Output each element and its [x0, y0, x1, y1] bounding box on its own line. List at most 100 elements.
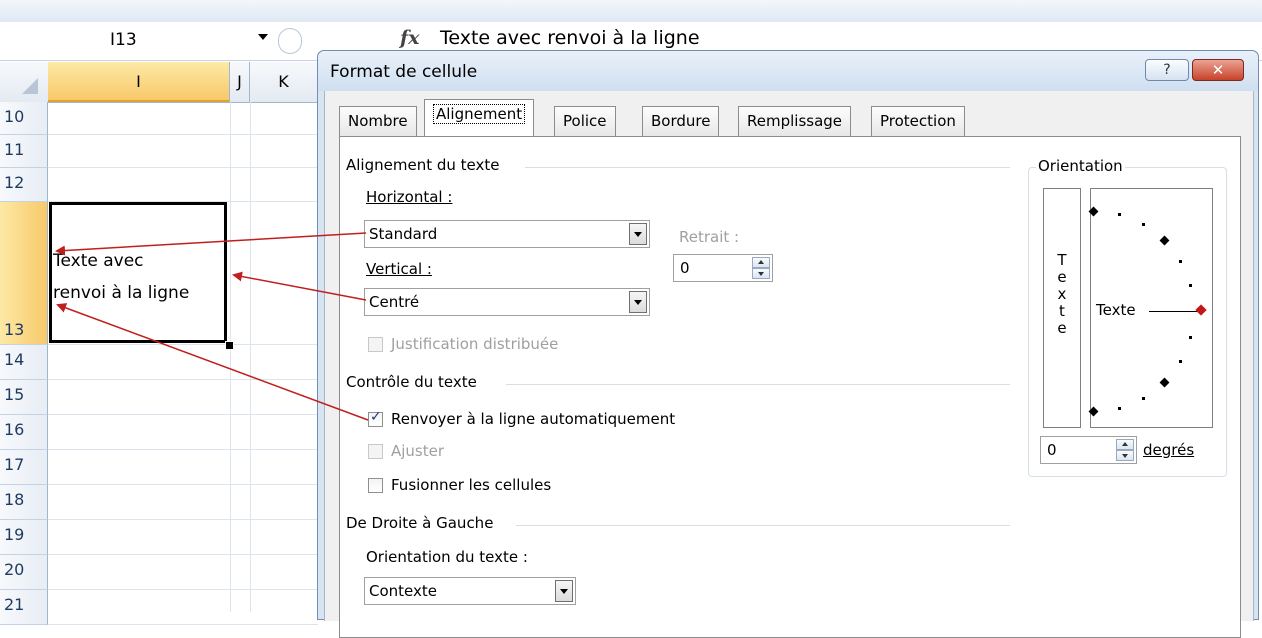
degrees-label: degrés	[1143, 441, 1195, 459]
dial-minor-mark[interactable]	[1188, 335, 1192, 339]
cell-text[interactable]: Texte avec renvoi à la ligne	[53, 245, 228, 309]
tab-remplissage[interactable]: Remplissage	[738, 106, 852, 136]
vertical-text-letter: e	[1057, 319, 1067, 337]
row-header-12[interactable]: 12	[0, 168, 48, 202]
row-header-14[interactable]: 14	[0, 345, 48, 380]
grid-row[interactable]	[48, 168, 318, 202]
row-header-15[interactable]: 15	[0, 380, 48, 415]
chevron-down-icon[interactable]	[629, 291, 647, 313]
grid-row[interactable]	[48, 485, 318, 520]
row-header-20[interactable]: 20	[0, 555, 48, 590]
row-header-11[interactable]: 11	[0, 135, 48, 168]
column-header-i[interactable]: I	[48, 62, 230, 102]
dial-minor-mark[interactable]	[1117, 213, 1121, 217]
grid-row[interactable]	[48, 345, 318, 380]
text-direction-select[interactable]: Contexte	[364, 577, 576, 605]
wrap-text-checkbox[interactable]	[368, 409, 383, 427]
row-header-17[interactable]: 17	[0, 450, 48, 485]
orientation-title: Orientation	[1036, 157, 1125, 175]
cell-text-line: Texte avec	[53, 251, 144, 271]
name-box-value[interactable]: I13	[110, 30, 137, 50]
column-header-j[interactable]: J	[230, 62, 250, 102]
degrees-value: 0	[1047, 441, 1057, 459]
row-header-16[interactable]: 16	[0, 415, 48, 450]
vertical-text-letter: T	[1057, 251, 1067, 269]
group-separator	[525, 167, 1010, 168]
formula-content[interactable]: Texte avec renvoi à la ligne	[440, 27, 700, 49]
justify-distributed-checkbox[interactable]	[368, 337, 383, 352]
degrees-spinner[interactable]: 0	[1040, 436, 1137, 464]
tab-protection[interactable]: Protection	[871, 106, 965, 136]
horizontal-select-value: Standard	[369, 225, 438, 243]
vertical-text-letter: t	[1059, 302, 1065, 320]
grid-row[interactable]	[48, 102, 318, 135]
select-all-icon	[22, 78, 38, 94]
grid-row[interactable]	[48, 520, 318, 555]
spin-down-icon[interactable]	[752, 268, 770, 279]
merge-cells-checkbox[interactable]	[368, 478, 383, 493]
help-button[interactable]: ?	[1145, 59, 1189, 81]
dial-needle	[1149, 311, 1201, 312]
dial-minor-mark[interactable]	[1142, 396, 1145, 400]
gridline	[230, 102, 231, 612]
group-title-text-alignment: Alignement du texte	[346, 156, 500, 174]
horizontal-label-text: Horizontal :	[366, 188, 453, 206]
dial-minor-mark[interactable]	[1142, 223, 1145, 227]
spin-down-icon[interactable]	[1116, 450, 1134, 461]
grid-row[interactable]	[48, 555, 318, 590]
vertical-label: Vertical :	[366, 260, 432, 278]
horizontal-select[interactable]: Standard	[364, 220, 650, 248]
name-box-dropdown-icon[interactable]	[258, 34, 268, 40]
grid-row[interactable]	[48, 450, 318, 485]
dial-minor-mark[interactable]	[1178, 260, 1182, 263]
cell-text-line: renvoi à la ligne	[53, 283, 190, 303]
shrink-to-fit-checkbox[interactable]	[368, 444, 383, 459]
tab-bordure[interactable]: Bordure	[642, 106, 720, 136]
chevron-down-icon[interactable]	[629, 223, 647, 245]
group-title-rtl: De Droite à Gauche	[346, 514, 494, 532]
group-separator	[506, 384, 1010, 385]
row-header-18[interactable]: 18	[0, 485, 48, 520]
chevron-down-icon[interactable]	[555, 580, 573, 602]
text-direction-value: Contexte	[369, 582, 437, 600]
vertical-select-value: Centré	[369, 293, 420, 311]
group-title-text-control: Contrôle du texte	[346, 373, 477, 391]
tab-nombre[interactable]: Nombre	[339, 106, 417, 136]
vertical-label-text: Vertical :	[366, 260, 432, 278]
degrees-spin-buttons[interactable]	[1116, 439, 1134, 461]
ribbon-strip	[0, 0, 1262, 23]
dialog-title: Format de cellule	[330, 62, 478, 82]
tab-police[interactable]: Police	[554, 106, 616, 136]
spin-up-icon[interactable]	[1116, 439, 1134, 450]
text-direction-label: Orientation du texte :	[366, 548, 528, 566]
dial-minor-mark[interactable]	[1188, 284, 1192, 288]
wrap-text-label[interactable]: Renvoyer à la ligne automatiquement	[391, 410, 675, 428]
grid-row[interactable]	[48, 380, 318, 415]
formula-bar-splitter[interactable]	[278, 28, 302, 54]
tab-alignement[interactable]: Alignement	[424, 99, 535, 136]
close-button[interactable]: ✕	[1192, 59, 1244, 81]
grid-row[interactable]	[48, 590, 318, 625]
merge-cells-label[interactable]: Fusionner les cellules	[391, 476, 551, 494]
grid-row[interactable]	[48, 415, 318, 450]
name-box[interactable]: I13	[0, 22, 248, 60]
horizontal-label: Horizontal :	[366, 188, 452, 206]
insert-function-icon[interactable]: fx	[400, 27, 420, 49]
indent-spin-buttons[interactable]	[752, 257, 770, 279]
vertical-select[interactable]: Centré	[364, 288, 650, 316]
shrink-to-fit-label: Ajuster	[391, 442, 445, 460]
row-header-13[interactable]: 13	[0, 202, 48, 345]
fill-handle[interactable]	[225, 341, 234, 350]
dialog-titlebar[interactable]: Format de cellule ? ✕	[318, 51, 1258, 91]
row-header-19[interactable]: 19	[0, 520, 48, 555]
spin-up-icon[interactable]	[752, 257, 770, 268]
row-header-10[interactable]: 10	[0, 102, 48, 135]
column-header-k[interactable]: K	[250, 62, 318, 102]
indent-label: Retrait :	[679, 228, 740, 246]
justify-distributed-label: Justification distribuée	[391, 335, 559, 353]
indent-spinner[interactable]: 0	[673, 254, 773, 282]
row-header-21[interactable]: 21	[0, 590, 48, 625]
grid-row[interactable]	[48, 135, 318, 168]
dial-minor-mark[interactable]	[1178, 360, 1182, 363]
dial-minor-mark[interactable]	[1117, 406, 1121, 410]
